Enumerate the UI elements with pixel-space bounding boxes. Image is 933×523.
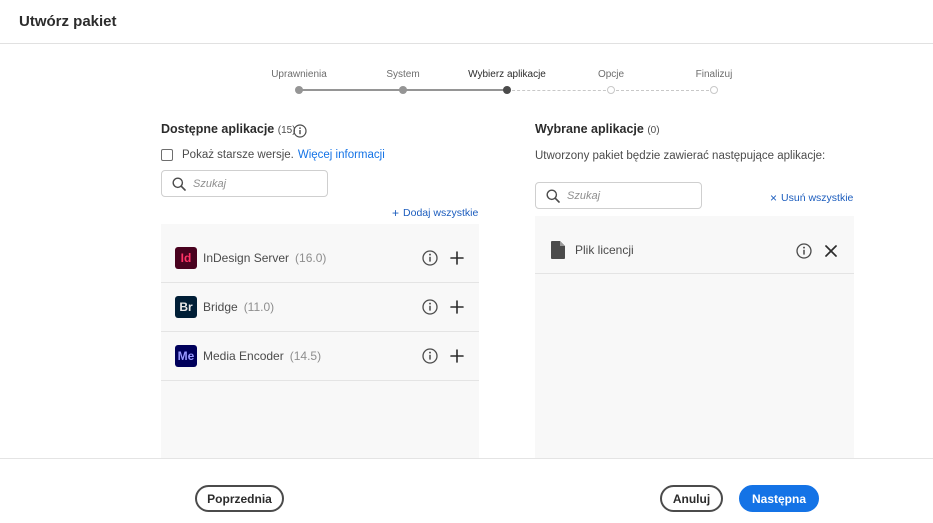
selected-apps-count: (0) [647,125,660,136]
list-item: Br Bridge (11.0) [161,283,479,332]
selected-apps-title: Wybrane aplikacje [535,122,644,136]
info-icon[interactable] [796,243,812,259]
step-connector [403,89,507,91]
info-icon[interactable] [422,299,438,315]
add-all-button[interactable]: + Dodaj wszystkie [392,206,478,220]
info-icon[interactable] [422,348,438,364]
selected-item-name: Plik licencji [575,243,634,257]
list-item: Me Media Encoder (14.5) [161,332,479,381]
more-info-link[interactable]: Więcej informacji [298,149,385,161]
page-title: Utwórz pakiet [19,13,117,30]
app-version: (14.5) [289,349,322,363]
dialog-footer: Poprzednia Anuluj Następna [0,458,933,523]
available-apps-heading: Dostępne aplikacje (15) [161,122,296,136]
plus-icon: + [392,206,400,220]
search-icon [546,189,560,203]
app-title: Bridge [203,300,238,314]
step-label-finalize: Finalizuj [695,69,733,80]
show-older-versions-checkbox[interactable] [161,149,173,161]
dialog-header: Utwórz pakiet [0,0,933,44]
indesign-logo-icon: Id [175,247,197,269]
remove-all-button[interactable]: × Usuń wszystkie [770,191,853,205]
add-icon[interactable] [450,251,464,265]
available-search-input[interactable] [193,177,313,190]
previous-button[interactable]: Poprzednia [195,485,284,512]
step-dot-finalize [710,86,718,94]
next-button[interactable]: Następna [739,485,819,512]
app-name: Media Encoder (14.5) [203,349,321,363]
selected-apps-list: Plik licencji [535,216,854,458]
show-older-versions-row: Pokaż starsze wersje. Więcej informacji [161,147,385,163]
app-version: (16.0) [295,251,327,265]
remove-icon[interactable] [825,245,837,257]
step-dot-system [399,86,407,94]
app-title: Media Encoder [203,349,284,363]
wizard-stepper: Uprawnienia System Wybierz aplikacje Opc… [0,45,933,105]
remove-all-label: Usuń wszystkie [781,192,854,204]
list-item: Plik licencji [535,216,854,274]
available-search-box[interactable] [161,170,328,197]
selected-search-box[interactable] [535,182,702,209]
step-label-options: Opcje [597,69,625,80]
step-connector [611,90,714,91]
step-label-select-apps: Wybierz aplikacje [468,69,546,80]
show-older-versions-label: Pokaż starsze wersje. [182,149,294,161]
bridge-logo-icon: Br [175,296,197,318]
add-icon[interactable] [450,300,464,314]
app-version: (11.0) [243,300,275,314]
add-icon[interactable] [450,349,464,363]
step-dot-permissions [295,86,303,94]
selected-search-input[interactable] [567,189,687,202]
available-apps-title: Dostępne aplikacje [161,122,275,136]
add-all-label: Dodaj wszystkie [403,207,479,219]
step-connector [507,90,611,91]
step-connector [299,89,403,91]
selected-apps-heading: Wybrane aplikacje (0) [535,122,660,136]
available-apps-list: Id InDesign Server (16.0) Br Bridge (11.0) Me M… [161,224,479,458]
selected-apps-description: Utworzony pakiet będzie zawierać następu… [535,150,826,162]
list-item: Id InDesign Server (16.0) [161,234,479,283]
step-label-permissions: Uprawnienia [271,69,327,80]
create-package-dialog: Utwórz pakiet Uprawnienia System Wybierz… [0,0,933,523]
app-title: InDesign Server [203,251,290,265]
info-icon[interactable] [422,250,438,266]
cancel-button[interactable]: Anuluj [660,485,723,512]
app-name: Bridge (11.0) [203,300,274,314]
media-encoder-logo-icon: Me [175,345,197,367]
step-label-system: System [386,69,420,80]
close-icon: × [770,191,778,205]
step-dot-options [607,86,615,94]
info-icon[interactable] [293,124,307,138]
app-name: InDesign Server (16.0) [203,251,326,265]
file-icon [551,241,565,259]
step-dot-select-apps [503,86,511,94]
search-icon [172,177,186,191]
main-content: Uprawnienia System Wybierz aplikacje Opc… [0,45,933,458]
